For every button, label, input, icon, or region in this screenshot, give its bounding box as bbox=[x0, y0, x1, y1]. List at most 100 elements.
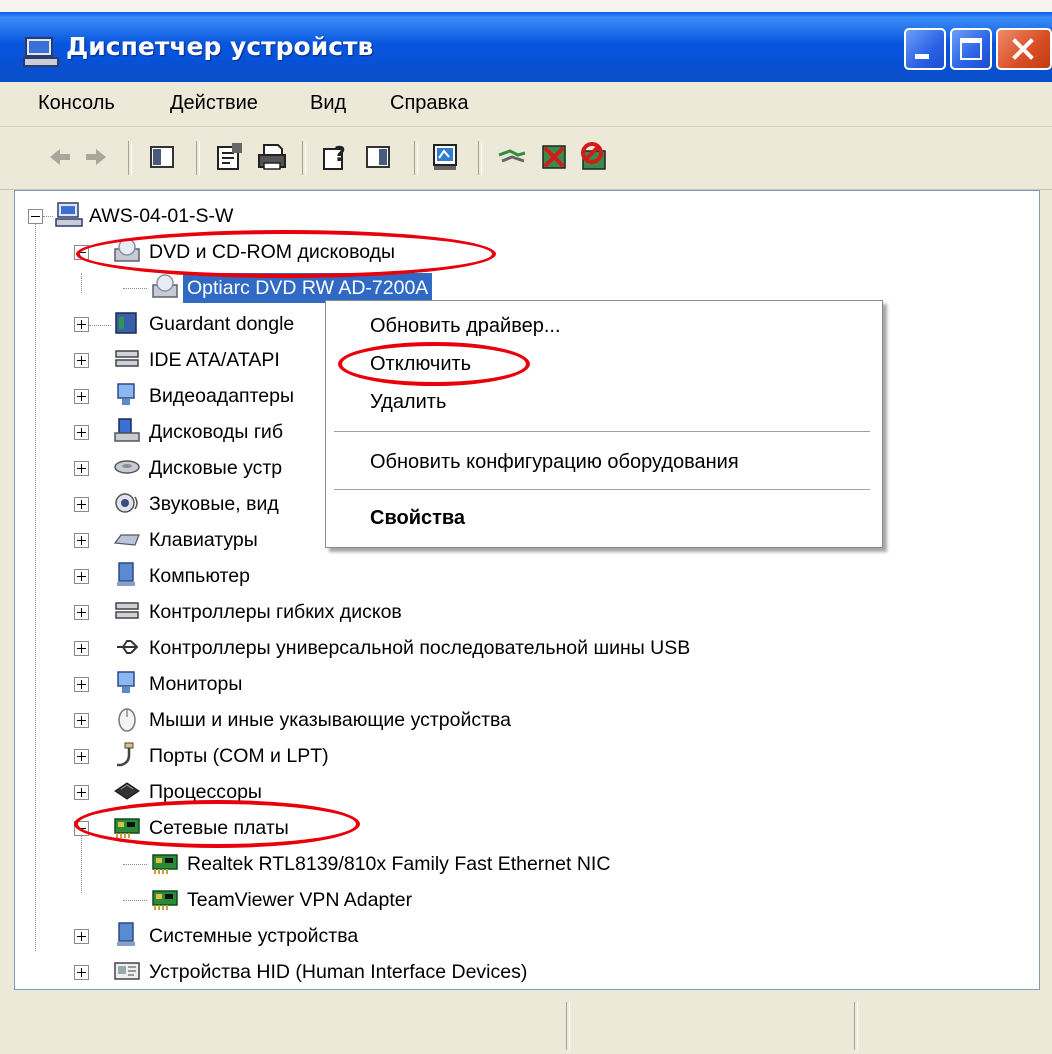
toolbar-separator bbox=[414, 141, 418, 175]
sound-icon bbox=[115, 493, 138, 513]
disk-drive-icon bbox=[114, 460, 140, 474]
maximize-button[interactable] bbox=[950, 28, 992, 70]
status-bar bbox=[14, 996, 1040, 1054]
expand-icon[interactable] bbox=[74, 533, 89, 548]
tree-item[interactable]: TeamViewer VPN Adapter bbox=[15, 885, 915, 917]
tree-item-label: Порты (COM и LPT) bbox=[149, 745, 329, 767]
help-icon[interactable]: ? bbox=[320, 141, 352, 173]
context-scan-hardware[interactable]: Обновить конфигурацию оборудования bbox=[370, 451, 739, 474]
tree-root-label: AWS-04-01-S-W bbox=[89, 205, 234, 227]
computer-icon bbox=[23, 37, 59, 67]
expand-icon[interactable] bbox=[74, 461, 89, 476]
cdrom-icon bbox=[152, 274, 178, 298]
tree-item[interactable]: Компьютер bbox=[15, 561, 915, 593]
back-arrow-icon[interactable] bbox=[44, 141, 76, 173]
computer-icon bbox=[117, 562, 135, 586]
menu-help[interactable]: Справка bbox=[390, 92, 468, 115]
print-icon[interactable] bbox=[256, 141, 288, 173]
status-divider bbox=[854, 1002, 858, 1050]
annotation-oval-dvd bbox=[76, 230, 496, 278]
mouse-icon bbox=[118, 708, 136, 732]
tree-item-label: Мыши и иные указывающие устройства bbox=[149, 709, 512, 731]
properties-icon[interactable] bbox=[214, 141, 246, 173]
tree-root[interactable]: AWS-04-01-S-W bbox=[15, 201, 515, 233]
expand-icon[interactable] bbox=[74, 497, 89, 512]
annotation-oval-network bbox=[74, 800, 360, 848]
tree-item-label: Устройства HID (Human Interface Devices) bbox=[149, 961, 528, 983]
collapse-icon[interactable] bbox=[28, 209, 43, 224]
window-title: Диспетчер устройств bbox=[66, 32, 374, 61]
uninstall-icon[interactable] bbox=[538, 141, 570, 173]
show-hide-action-pane-icon[interactable] bbox=[362, 141, 394, 173]
maximize-icon bbox=[960, 38, 982, 60]
expand-icon[interactable] bbox=[74, 641, 89, 656]
tree-item-label: IDE ATA/ATAPI bbox=[149, 349, 280, 371]
tree-item[interactable]: Мониторы bbox=[15, 669, 915, 701]
expand-icon[interactable] bbox=[74, 389, 89, 404]
port-icon bbox=[117, 742, 134, 767]
tree-item[interactable]: Порты (COM и LPT) bbox=[15, 741, 915, 773]
expand-icon[interactable] bbox=[74, 785, 89, 800]
svg-text:?: ? bbox=[334, 142, 346, 166]
expand-icon[interactable] bbox=[74, 569, 89, 584]
system-device-icon bbox=[117, 922, 135, 946]
tree-item-label: Контроллеры гибких дисков bbox=[149, 601, 402, 623]
tree-item-label: Мониторы bbox=[149, 673, 243, 695]
expand-icon[interactable] bbox=[74, 929, 89, 944]
tree-item-label: Realtek RTL8139/810x Family Fast Etherne… bbox=[187, 853, 611, 875]
device-manager-window: Диспетчер устройств Консоль Действие Вид… bbox=[0, 0, 1052, 1054]
menu-view[interactable]: Вид bbox=[310, 92, 346, 115]
monitor-icon bbox=[117, 671, 135, 693]
update-driver-icon[interactable] bbox=[496, 141, 528, 173]
floppy-drive-icon bbox=[114, 418, 140, 442]
tree-item[interactable]: Устройства HID (Human Interface Devices) bbox=[15, 957, 915, 989]
menu-action[interactable]: Действие bbox=[170, 92, 258, 115]
tree-item[interactable]: Системные устройства bbox=[15, 921, 915, 953]
close-icon bbox=[1012, 38, 1034, 60]
toolbar-separator bbox=[302, 141, 306, 175]
tree-item-label: Клавиатуры bbox=[149, 529, 258, 551]
dongle-icon bbox=[115, 312, 137, 334]
expand-icon[interactable] bbox=[74, 353, 89, 368]
network-card-icon bbox=[152, 854, 178, 874]
context-uninstall[interactable]: Удалить bbox=[370, 391, 446, 414]
close-button[interactable] bbox=[996, 28, 1052, 70]
context-properties[interactable]: Свойства bbox=[370, 507, 465, 530]
context-update-driver[interactable]: Обновить драйвер... bbox=[370, 315, 561, 338]
tree-connector bbox=[123, 900, 147, 901]
toolbar-separator bbox=[478, 141, 482, 175]
expand-icon[interactable] bbox=[74, 425, 89, 440]
minimize-button[interactable] bbox=[904, 28, 946, 70]
ide-controller-icon bbox=[115, 350, 139, 367]
scan-hardware-icon[interactable] bbox=[430, 141, 462, 173]
expand-icon[interactable] bbox=[74, 677, 89, 692]
expand-icon[interactable] bbox=[74, 749, 89, 764]
title-bar[interactable]: Диспетчер устройств bbox=[0, 12, 1052, 82]
expand-icon[interactable] bbox=[74, 317, 89, 332]
display-adapter-icon bbox=[117, 383, 135, 405]
tree-item[interactable]: Realtek RTL8139/810x Family Fast Etherne… bbox=[15, 849, 915, 881]
menu-console[interactable]: Консоль bbox=[38, 92, 115, 115]
tree-item[interactable]: Мыши и иные указывающие устройства bbox=[15, 705, 915, 737]
toolbar: ? bbox=[0, 127, 1052, 190]
expand-icon[interactable] bbox=[74, 965, 89, 980]
forward-arrow-icon[interactable] bbox=[80, 141, 112, 173]
disable-icon[interactable] bbox=[578, 141, 610, 173]
tree-connector bbox=[89, 325, 111, 326]
tree-item-label: Системные устройства bbox=[149, 925, 359, 947]
annotation-oval-disable bbox=[338, 342, 530, 386]
tree-item-label: Guardant dongle bbox=[149, 313, 295, 335]
expand-icon[interactable] bbox=[74, 605, 89, 620]
usb-icon bbox=[117, 640, 139, 654]
network-card-icon bbox=[152, 890, 178, 910]
show-hide-tree-icon[interactable] bbox=[146, 141, 178, 173]
tree-item-label: TeamViewer VPN Adapter bbox=[187, 889, 413, 911]
toolbar-separator bbox=[196, 141, 200, 175]
tree-item-label: Звуковые, вид bbox=[149, 493, 279, 515]
expand-icon[interactable] bbox=[74, 713, 89, 728]
tree-connector bbox=[43, 216, 53, 217]
tree-item[interactable]: Контроллеры универсальной последовательн… bbox=[15, 633, 915, 665]
tree-item[interactable]: Контроллеры гибких дисков bbox=[15, 597, 915, 629]
status-divider bbox=[566, 1002, 570, 1050]
hid-icon bbox=[114, 962, 140, 980]
